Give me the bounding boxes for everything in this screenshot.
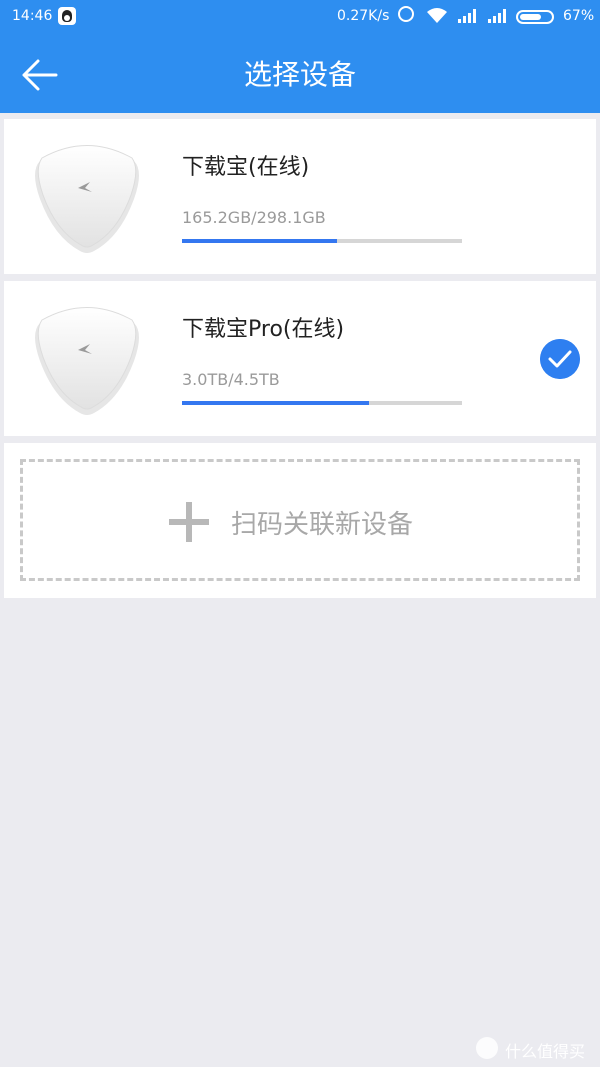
watermark-text: 什么值得买 [505, 1042, 586, 1061]
network-speed: 0.27K/s [337, 8, 390, 24]
add-device-card: 扫码关联新设备 [4, 443, 596, 598]
signal-icon [458, 9, 476, 23]
alarm-icon [398, 6, 414, 22]
status-bar: 14:46 0.27K/s 67% [0, 0, 600, 34]
app-header: 14:46 0.27K/s 67% 选择设备 [0, 0, 600, 113]
device-storage: 3.0TB/4.5TB [182, 370, 280, 389]
storage-progress-fill [182, 401, 369, 405]
qq-notification-icon [58, 7, 76, 25]
device-card-selected[interactable]: 下载宝Pro(在线) 3.0TB/4.5TB [4, 281, 596, 436]
wifi-icon [427, 8, 447, 23]
page-title: 选择设备 [243, 58, 356, 91]
add-device-label: 扫码关联新设备 [231, 510, 414, 540]
storage-progress [182, 239, 462, 243]
battery-icon [516, 10, 554, 24]
device-name: 下载宝(在线) [182, 155, 310, 180]
router-image [35, 145, 139, 253]
plus-icon [169, 502, 209, 542]
selected-check-icon [540, 339, 580, 379]
status-time: 14:46 [12, 8, 53, 24]
add-device-button[interactable]: 扫码关联新设备 [20, 459, 580, 581]
watermark-logo [476, 1037, 498, 1059]
battery-percent: 67% [563, 8, 595, 24]
signal-icon-2 [488, 9, 506, 23]
storage-progress [182, 401, 462, 405]
router-image [35, 307, 139, 415]
device-storage: 165.2GB/298.1GB [182, 208, 326, 227]
device-name: 下载宝Pro(在线) [182, 317, 345, 342]
storage-progress-fill [182, 239, 338, 243]
device-card[interactable]: 下载宝(在线) 165.2GB/298.1GB [4, 119, 596, 274]
